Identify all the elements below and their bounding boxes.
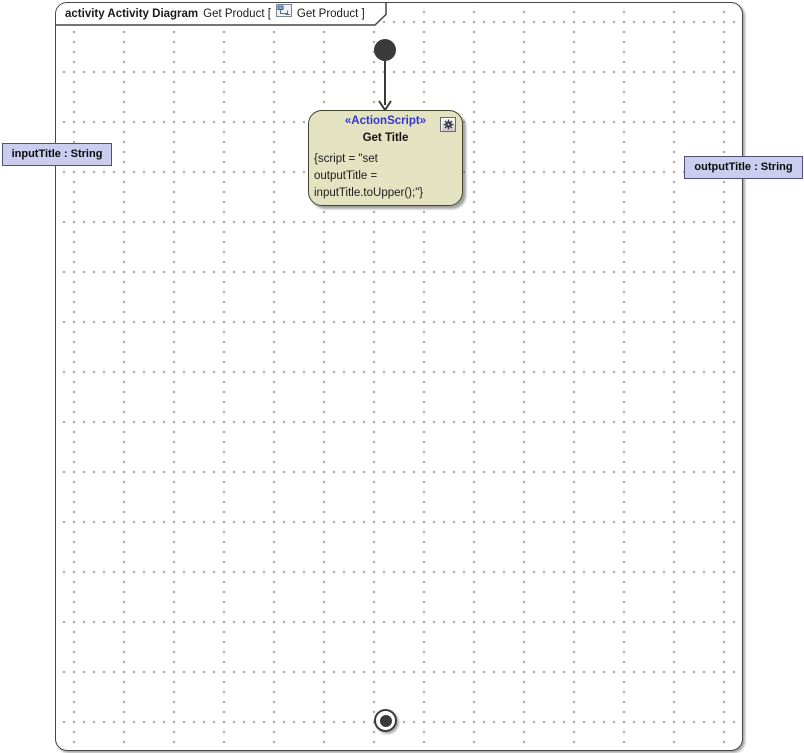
heading-keyword: activity Activity Diagram bbox=[65, 4, 198, 25]
initial-to-action-flow[interactable] bbox=[369, 59, 401, 113]
initial-node[interactable] bbox=[374, 39, 396, 61]
activity-diagram-icon bbox=[276, 4, 292, 25]
stereotype-label: «ActionScript» bbox=[314, 115, 457, 132]
heading-closing: Get Product ] bbox=[297, 4, 365, 25]
input-pin-label[interactable]: inputTitle : String bbox=[2, 143, 112, 166]
script-line-3: inputTitle.toUpper();"} bbox=[314, 185, 457, 202]
diagram-frame[interactable]: activity Activity Diagram Get Product [ … bbox=[55, 2, 743, 751]
action-name: Get Title bbox=[314, 132, 457, 151]
action-node-get-title[interactable]: «ActionScript» Get Title {script = "set … bbox=[308, 110, 463, 206]
script-line-2: outputTitle = bbox=[314, 168, 457, 185]
script-gear-icon bbox=[440, 117, 456, 132]
output-pin-label[interactable]: outputTitle : String bbox=[684, 156, 803, 179]
activity-final-node[interactable] bbox=[374, 709, 397, 732]
script-line-1: {script = "set bbox=[314, 151, 457, 168]
final-node-inner-dot bbox=[380, 715, 392, 727]
frame-heading[interactable]: activity Activity Diagram Get Product [ … bbox=[65, 3, 365, 25]
heading-name: Get Product [ bbox=[203, 4, 271, 25]
